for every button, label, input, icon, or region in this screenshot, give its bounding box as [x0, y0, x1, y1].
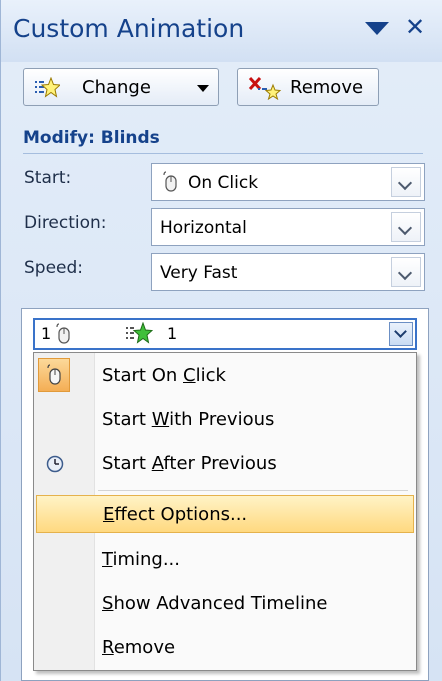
menu-item-start-on-click[interactable]: Start On Click: [36, 357, 414, 395]
direction-label: Direction:: [24, 213, 107, 233]
direction-dropdown-icon[interactable]: [391, 212, 421, 242]
start-value: On Click: [188, 173, 259, 193]
menu-item-effect-options[interactable]: Effect Options...: [36, 495, 414, 533]
menu-item-label: Effect Options...: [103, 504, 248, 525]
start-select[interactable]: On Click: [151, 163, 425, 201]
chevron-down-icon: [197, 85, 209, 92]
animation-item-dropdown-icon[interactable]: [389, 322, 413, 346]
speed-dropdown-icon[interactable]: [391, 257, 421, 287]
entrance-effect-icon: [126, 322, 153, 344]
remove-button-label: Remove: [290, 77, 364, 98]
animation-item-name: 1: [167, 324, 178, 343]
direction-select[interactable]: Horizontal: [151, 208, 425, 246]
mouse-click-icon: [163, 171, 177, 192]
menu-item-label: Remove: [102, 637, 176, 658]
direction-value: Horizontal: [160, 218, 247, 238]
menu-item-show-advanced-timeline[interactable]: Show Advanced Timeline: [36, 585, 414, 623]
start-on-click-checked-icon: [38, 358, 70, 392]
menu-item-start-after-previous[interactable]: Start After Previous: [36, 445, 414, 483]
remove-effect-icon: [248, 76, 282, 100]
animation-order-number: 1: [41, 324, 52, 343]
menu-item-label: Timing...: [102, 549, 180, 570]
menu-item-start-with-previous[interactable]: Start With Previous: [36, 401, 414, 439]
pane-titlebar: Custom Animation ✕: [1, 0, 442, 62]
menu-item-label: Start After Previous: [102, 453, 277, 474]
mouse-click-icon: [56, 323, 70, 344]
context-menu: Start On Click Start With Previous Start…: [33, 352, 417, 671]
start-dropdown-icon[interactable]: [391, 167, 421, 197]
speed-select[interactable]: Very Fast: [151, 253, 425, 291]
menu-item-label: Start With Previous: [102, 409, 275, 430]
menu-item-label: Show Advanced Timeline: [102, 593, 328, 614]
custom-animation-pane: Custom Animation ✕ Change Remove Modify:…: [0, 0, 442, 681]
start-label: Start:: [24, 168, 72, 188]
menu-separator: [98, 490, 408, 491]
change-button-label: Change: [82, 77, 151, 98]
pane-title: Custom Animation: [13, 14, 245, 43]
modify-heading: Modify: Blinds: [23, 128, 423, 154]
menu-item-timing[interactable]: Timing...: [36, 541, 414, 579]
menu-item-label: Start On Click: [102, 365, 226, 386]
change-button[interactable]: Change: [23, 68, 219, 106]
pane-options-dropdown-icon[interactable]: [365, 22, 389, 35]
remove-button[interactable]: Remove: [237, 68, 379, 106]
close-icon[interactable]: ✕: [405, 13, 425, 41]
animation-list-item[interactable]: 1 1: [33, 318, 417, 350]
menu-item-remove[interactable]: Remove: [36, 629, 414, 667]
clock-icon: [46, 455, 64, 473]
speed-value: Very Fast: [160, 263, 238, 283]
change-effect-icon: [35, 77, 60, 98]
mouse-click-icon: [47, 364, 61, 385]
speed-label: Speed:: [24, 258, 84, 278]
